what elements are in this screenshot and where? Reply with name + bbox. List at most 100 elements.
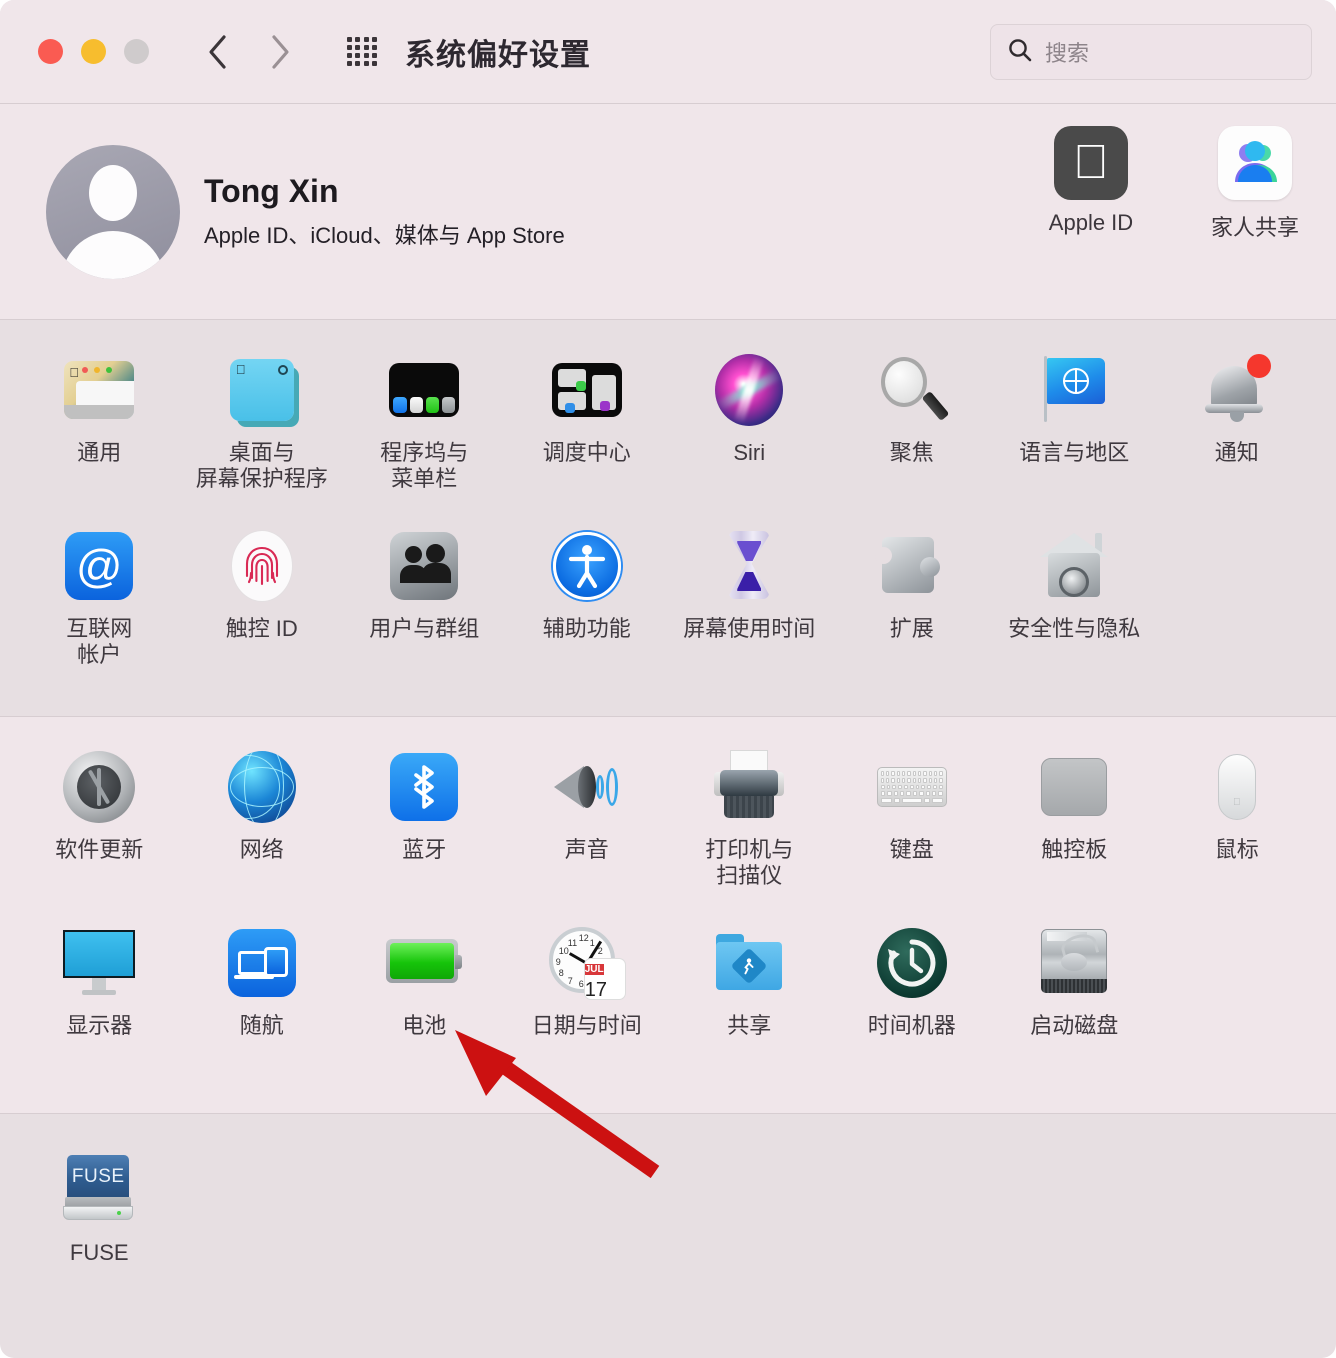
pref-keyboard-label: 键盘 (889, 837, 934, 862)
pref-language-region[interactable]: 语言与地区 (993, 346, 1156, 522)
forward-button[interactable] (267, 31, 293, 73)
navigation-buttons (205, 31, 293, 73)
keyboard-icon (874, 749, 950, 825)
pref-startup-disk[interactable]: 启动磁盘 (993, 919, 1156, 1095)
pref-dock-menubar-label: 程序坞与 菜单栏 (380, 440, 469, 491)
pref-siri-label: Siri (733, 440, 766, 465)
pref-sharing[interactable]: 共享 (668, 919, 831, 1095)
pref-language-region-label: 语言与地区 (1019, 440, 1130, 465)
pref-sharing-label: 共享 (727, 1013, 772, 1038)
pref-mission-control-label: 调度中心 (542, 440, 631, 465)
search-input[interactable]: 搜索 (990, 24, 1312, 80)
time-machine-icon (874, 925, 950, 1001)
page-title: 系统偏好设置 (405, 38, 591, 72)
pref-fuse[interactable]: FUSE FUSE (18, 1146, 181, 1322)
pref-sidecar[interactable]: 随航 (181, 919, 344, 1095)
battery-icon (386, 925, 463, 1001)
pref-spotlight-label: 聚焦 (889, 440, 934, 465)
pref-family-sharing-label: 家人共享 (1210, 215, 1299, 240)
family-sharing-icon (1218, 126, 1292, 200)
pref-notifications-label: 通知 (1214, 440, 1259, 465)
zoom-button[interactable] (124, 39, 149, 64)
account-subtitle: Apple ID、iCloud、媒体与 App Store (204, 223, 565, 248)
pref-mouse[interactable]:  鼠标 (1156, 743, 1319, 919)
calendar-badge-icon: JUL 17 (584, 959, 625, 999)
general-icon:  (61, 352, 137, 428)
pref-general[interactable]:  通用 (18, 346, 181, 522)
pref-software-update-label: 软件更新 (55, 837, 144, 862)
printers-scanners-icon (711, 749, 787, 825)
minimize-button[interactable] (81, 39, 106, 64)
pref-startup-disk-label: 启动磁盘 (1030, 1013, 1119, 1038)
pref-network[interactable]: 网络 (181, 743, 344, 919)
preference-grid-third-party: FUSE FUSE (0, 1114, 1336, 1340)
pref-displays[interactable]: 显示器 (18, 919, 181, 1095)
grid-spacer (1156, 522, 1319, 698)
pref-fuse-label: FUSE (69, 1240, 129, 1265)
startup-disk-icon (1036, 925, 1112, 1001)
pref-family-sharing[interactable]: 家人共享 (1200, 126, 1310, 242)
pref-mission-control[interactable]: 调度中心 (506, 346, 669, 522)
preference-grid-hardware: 软件更新 网络 蓝牙 声音 打印机与 扫描仪 键盘 触控板 鼠标 显示器 随航 … (0, 717, 1336, 1113)
pref-spotlight[interactable]: 聚焦 (831, 346, 994, 522)
desktop-screensaver-icon:  (224, 352, 300, 428)
pref-notifications[interactable]: 通知 (1156, 346, 1319, 522)
pref-users-groups[interactable]: 用户与群组 (343, 522, 506, 698)
pref-internet-accounts[interactable]: @ 互联网 帐户 (18, 522, 181, 698)
sound-icon (549, 749, 625, 825)
dock-menubar-icon (386, 352, 462, 428)
software-update-icon (61, 749, 137, 825)
pref-time-machine-label: 时间机器 (867, 1013, 956, 1038)
pref-general-label: 通用 (77, 440, 122, 465)
pref-network-label: 网络 (239, 837, 284, 862)
displays-icon (61, 925, 137, 1001)
security-privacy-icon (1036, 528, 1112, 604)
pref-battery[interactable]: 电池 (343, 919, 506, 1095)
account-text: Tong Xin Apple ID、iCloud、媒体与 App Store (204, 173, 565, 250)
account-name: Tong Xin (204, 173, 339, 209)
pref-desktop-screensaver-label: 桌面与 屏幕保护程序 (195, 440, 328, 491)
pref-date-time[interactable]: 12 11 10 9 8 7 6 3 2 1 JUL (506, 919, 669, 1095)
calendar-month: JUL (584, 964, 604, 975)
pref-screen-time[interactable]: 屏幕使用时间 (668, 522, 831, 698)
pref-printers-scanners[interactable]: 打印机与 扫描仪 (668, 743, 831, 919)
sharing-icon (711, 925, 787, 1001)
date-time-icon: 12 11 10 9 8 7 6 3 2 1 JUL (548, 925, 625, 1001)
avatar (46, 144, 180, 279)
pref-bluetooth-label: 蓝牙 (402, 837, 447, 862)
pref-screen-time-label: 屏幕使用时间 (683, 616, 816, 641)
pref-time-machine[interactable]: 时间机器 (831, 919, 994, 1095)
pref-bluetooth[interactable]: 蓝牙 (343, 743, 506, 919)
pref-users-groups-label: 用户与群组 (369, 616, 480, 641)
pref-extensions[interactable]: 扩展 (831, 522, 994, 698)
language-region-icon (1036, 352, 1112, 428)
apple-id-account-row[interactable]: Tong Xin Apple ID、iCloud、媒体与 App Store … (0, 104, 1336, 320)
pref-accessibility[interactable]: 辅助功能 (506, 522, 669, 698)
pref-software-update[interactable]: 软件更新 (18, 743, 181, 919)
pref-internet-accounts-label: 互联网 帐户 (66, 616, 133, 667)
users-groups-icon (386, 528, 462, 604)
pref-trackpad[interactable]: 触控板 (993, 743, 1156, 919)
pref-sound-label: 声音 (564, 837, 609, 862)
screen-time-icon (711, 528, 787, 604)
show-all-grid-icon[interactable] (341, 31, 383, 73)
pref-sound[interactable]: 声音 (506, 743, 669, 919)
search-icon (1007, 37, 1033, 68)
pref-touch-id[interactable]: 触控 ID (181, 522, 344, 698)
pref-siri[interactable]: Siri (668, 346, 831, 522)
search-placeholder: 搜索 (1045, 41, 1090, 66)
back-button[interactable] (205, 31, 231, 73)
pref-dock-menubar[interactable]: 程序坞与 菜单栏 (343, 346, 506, 522)
touch-id-icon (224, 528, 300, 604)
extensions-icon (874, 528, 950, 604)
pref-keyboard[interactable]: 键盘 (831, 743, 994, 919)
network-icon (224, 749, 300, 825)
pref-apple-id[interactable]:  Apple ID (1036, 126, 1146, 242)
pref-desktop-screensaver[interactable]:  桌面与 屏幕保护程序 (181, 346, 344, 522)
accessibility-icon (549, 528, 625, 604)
pref-security-privacy[interactable]: 安全性与隐私 (993, 522, 1156, 698)
fuse-icon: FUSE (61, 1152, 137, 1228)
close-button[interactable] (38, 39, 63, 64)
pref-displays-label: 显示器 (66, 1013, 133, 1038)
pref-extensions-label: 扩展 (889, 616, 934, 641)
